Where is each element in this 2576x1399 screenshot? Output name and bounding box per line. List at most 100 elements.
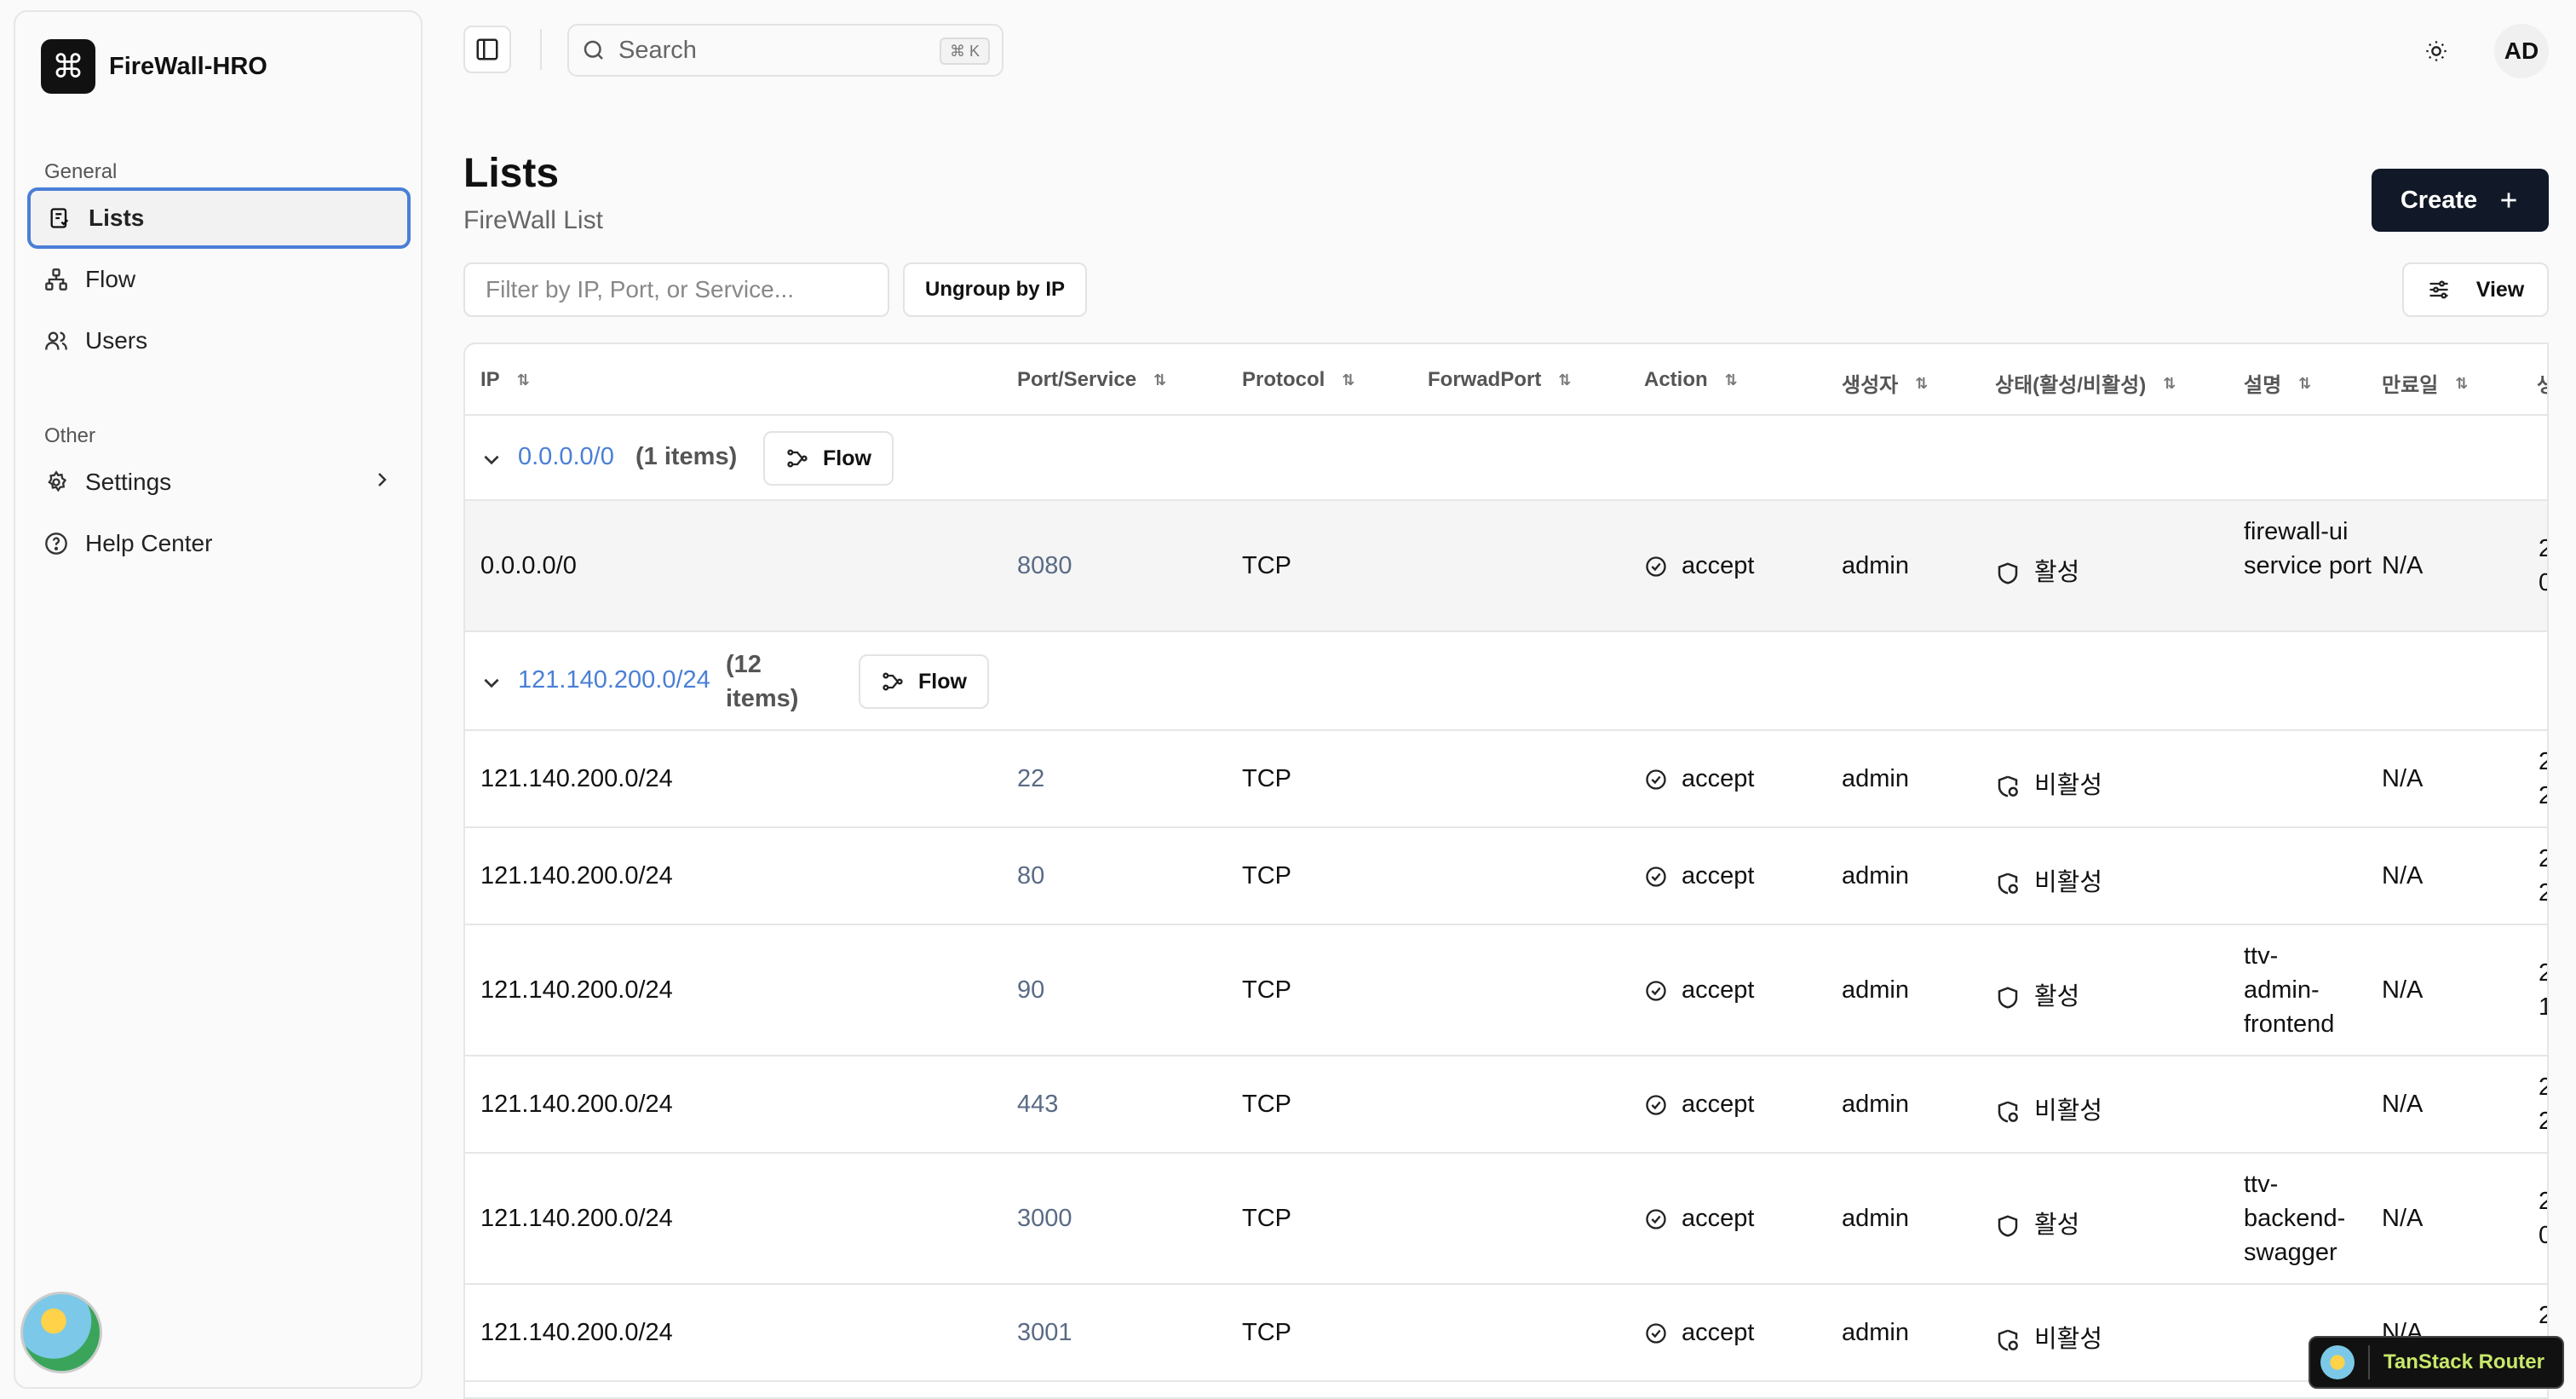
cell-protocol: TCP <box>1242 1319 1291 1346</box>
check-circle-icon <box>1644 979 1668 1003</box>
cell-state: 비활성 <box>1995 1319 2102 1355</box>
sidebar-toggle-icon <box>476 38 498 60</box>
cell-extra: 2 1 <box>2539 956 2547 1024</box>
column-header-state[interactable]: 상태(활성/비활성) ⇅ <box>1995 368 2176 398</box>
cell-extra: 2 0 <box>2539 532 2547 600</box>
sidebar-item-label: Flow <box>85 266 136 292</box>
cell-protocol: TCP <box>1242 1091 1291 1118</box>
group-ip[interactable]: 121.140.200.0/24 <box>518 666 710 694</box>
column-header-extra[interactable]: 생 <box>2537 368 2547 398</box>
user-avatar[interactable]: AD <box>2494 24 2549 78</box>
group-flow-button[interactable]: Flow <box>859 654 989 709</box>
create-button[interactable]: Create <box>2372 169 2549 232</box>
table-row[interactable]: 121.140.200.0/24 90 TCP accept admin 활성 … <box>465 925 2547 1056</box>
sort-icon: ⇅ <box>516 371 530 389</box>
cell-protocol: TCP <box>1242 862 1291 889</box>
sidebar-toggle-button[interactable] <box>463 26 511 73</box>
cell-protocol: TCP <box>1242 552 1291 579</box>
brand-name: FireWall-HRO <box>109 52 267 80</box>
column-header-ip[interactable]: IP ⇅ <box>480 368 530 392</box>
cell-creator: admin <box>1842 1205 1909 1232</box>
cell-expiry: N/A <box>2382 1205 2424 1232</box>
cell-creator: admin <box>1842 1091 1909 1118</box>
tanstack-devtools-button[interactable]: TanStack Router <box>2309 1336 2564 1389</box>
shield-icon <box>1995 985 2021 1010</box>
brand[interactable]: ⌘ FireWall-HRO <box>41 39 267 94</box>
check-circle-icon <box>1644 1207 1668 1231</box>
cell-protocol: TCP <box>1242 976 1291 1004</box>
list-icon <box>46 204 73 232</box>
column-header-forwardport[interactable]: ForwadPort ⇅ <box>1428 368 1571 392</box>
cell-extra: 2 2 <box>2539 842 2547 910</box>
table-row[interactable]: 121.140.200.0/24 3000 TCP accept admin 활… <box>465 1154 2547 1285</box>
column-header-creator[interactable]: 생성자 ⇅ <box>1842 368 1928 398</box>
cell-protocol: TCP <box>1242 765 1291 792</box>
view-options-button[interactable]: View <box>2402 262 2549 317</box>
shield-icon <box>1995 1213 2021 1239</box>
check-circle-icon <box>1644 1093 1668 1117</box>
group-ip[interactable]: 0.0.0.0/0 <box>518 443 614 471</box>
cell-ip: 121.140.200.0/24 <box>480 976 673 1004</box>
cell-port: 8080 <box>1017 552 1072 579</box>
cell-extra: 2 2 <box>2539 1070 2547 1138</box>
cell-ip: 121.140.200.0/24 <box>480 765 673 792</box>
chevron-down-icon[interactable] <box>480 671 503 694</box>
section-label-other: Other <box>44 424 96 447</box>
ungroup-by-ip-button[interactable]: Ungroup by IP <box>903 262 1087 317</box>
cell-state: 비활성 <box>1995 765 2102 801</box>
cell-action: accept <box>1644 1319 1754 1347</box>
cell-action: accept <box>1644 765 1754 793</box>
network-icon <box>43 266 70 293</box>
table-row[interactable]: 121.140.200.0/24 80 TCP accept admin 비활성… <box>465 828 2547 925</box>
sidebar-item-label: Users <box>85 327 148 354</box>
check-circle-icon <box>1644 1321 1668 1345</box>
column-header-protocol[interactable]: Protocol ⇅ <box>1242 368 1354 392</box>
sidebar-item-label: Lists <box>89 204 145 231</box>
sidebar-item-help-center[interactable]: Help Center <box>27 513 411 574</box>
sidebar-item-users[interactable]: Users <box>27 310 411 371</box>
sort-icon: ⇅ <box>2455 374 2469 392</box>
search-shortcut: ⌘ K <box>939 37 990 65</box>
cell-action: accept <box>1644 552 1754 580</box>
search-icon <box>584 40 603 60</box>
column-header-expiry[interactable]: 만료일 ⇅ <box>2382 368 2468 398</box>
shield-alert-icon <box>1995 774 2021 799</box>
sidebar-item-label: Settings <box>85 469 172 495</box>
table-row[interactable]: 121.140.200.0/24 3001 TCP accept admin 비… <box>465 1285 2547 1382</box>
chevron-down-icon[interactable] <box>480 448 503 470</box>
column-header-description[interactable]: 설명 ⇅ <box>2244 368 2311 398</box>
cell-extra: 2 2 <box>2539 745 2547 813</box>
sidebar-item-settings[interactable]: Settings <box>27 452 411 513</box>
column-header-action[interactable]: Action ⇅ <box>1644 368 1738 392</box>
divider <box>2368 1345 2370 1379</box>
flow-icon <box>883 672 903 691</box>
table-row[interactable]: 121.140.200.0/24 22 TCP accept admin 비활성… <box>465 731 2547 828</box>
sidebar-item-lists[interactable]: Lists <box>27 187 411 249</box>
sort-icon: ⇅ <box>2298 374 2312 392</box>
group-flow-button[interactable]: Flow <box>763 431 894 486</box>
sidebar-item-flow[interactable]: Flow <box>27 249 411 310</box>
cell-port: 22 <box>1017 765 1045 792</box>
cell-action: accept <box>1644 1205 1754 1233</box>
search-input[interactable]: Search ⌘ K <box>567 24 1003 77</box>
sidebar-item-label: Help Center <box>85 530 213 556</box>
cell-ip: 121.140.200.0/24 <box>480 1319 673 1346</box>
page-title: Lists <box>463 151 560 196</box>
devtools-avatar[interactable] <box>20 1292 102 1373</box>
cell-extra: 2 0 <box>2539 1184 2547 1252</box>
cell-action: accept <box>1644 862 1754 890</box>
cell-port: 3001 <box>1017 1319 1072 1346</box>
sliders-icon <box>2429 280 2448 299</box>
filter-input[interactable] <box>463 262 889 317</box>
column-header-port[interactable]: Port/Service ⇅ <box>1017 368 1166 392</box>
group-row[interactable]: 121.140.200.0/24 (12 items) Flow <box>465 632 2547 731</box>
cell-port: 90 <box>1017 976 1045 1004</box>
check-circle-icon <box>1644 555 1668 579</box>
cell-action: accept <box>1644 1091 1754 1119</box>
group-count: (12 items) <box>726 651 799 712</box>
theme-toggle-button[interactable] <box>2419 34 2453 68</box>
group-row[interactable]: 0.0.0.0/0 (1 items) Flow <box>465 416 2547 501</box>
table-row[interactable]: 0.0.0.0/0 8080 TCP accept admin 활성 firew… <box>465 501 2547 632</box>
table-row[interactable]: 121.140.200.0/24 443 TCP accept admin 비활… <box>465 1056 2547 1154</box>
cell-ip: 121.140.200.0/24 <box>480 1091 673 1118</box>
